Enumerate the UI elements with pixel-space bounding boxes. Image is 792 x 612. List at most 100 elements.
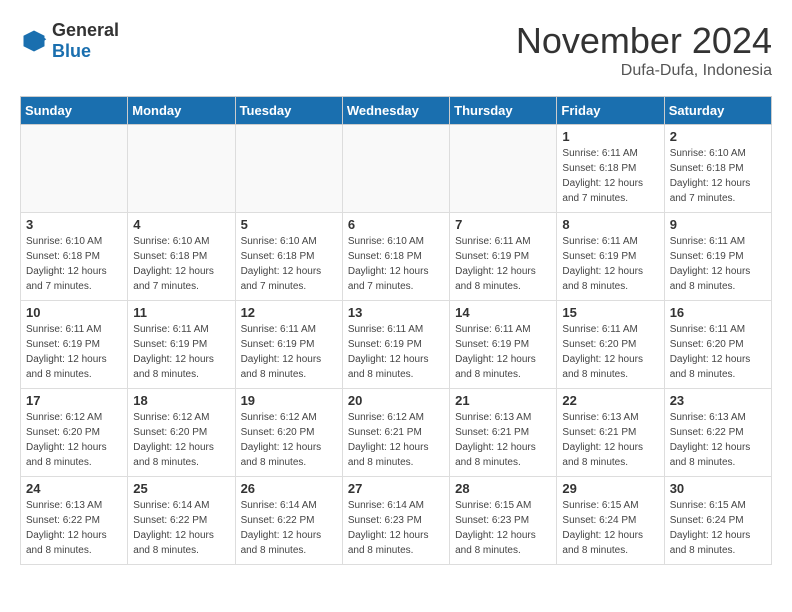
month-title: November 2024 xyxy=(516,20,772,62)
day-detail: Sunrise: 6:12 AM Sunset: 6:20 PM Dayligh… xyxy=(133,412,214,468)
calendar-cell-2-1: 11 Sunrise: 6:11 AM Sunset: 6:19 PM Dayl… xyxy=(128,301,235,389)
day-number: 25 xyxy=(133,481,229,496)
calendar-cell-0-1 xyxy=(128,125,235,213)
day-number: 28 xyxy=(455,481,551,496)
day-number: 26 xyxy=(241,481,337,496)
day-detail: Sunrise: 6:13 AM Sunset: 6:22 PM Dayligh… xyxy=(670,412,751,468)
day-detail: Sunrise: 6:10 AM Sunset: 6:18 PM Dayligh… xyxy=(133,236,214,292)
calendar-body: 1 Sunrise: 6:11 AM Sunset: 6:18 PM Dayli… xyxy=(21,125,772,565)
day-detail: Sunrise: 6:14 AM Sunset: 6:23 PM Dayligh… xyxy=(348,500,429,556)
calendar-cell-3-0: 17 Sunrise: 6:12 AM Sunset: 6:20 PM Dayl… xyxy=(21,389,128,477)
page-header: General Blue November 2024 Dufa-Dufa, In… xyxy=(20,20,772,80)
logo-icon xyxy=(20,27,48,55)
calendar-cell-1-4: 7 Sunrise: 6:11 AM Sunset: 6:19 PM Dayli… xyxy=(450,213,557,301)
calendar-cell-1-5: 8 Sunrise: 6:11 AM Sunset: 6:19 PM Dayli… xyxy=(557,213,664,301)
day-detail: Sunrise: 6:10 AM Sunset: 6:18 PM Dayligh… xyxy=(348,236,429,292)
calendar-cell-2-5: 15 Sunrise: 6:11 AM Sunset: 6:20 PM Dayl… xyxy=(557,301,664,389)
day-detail: Sunrise: 6:11 AM Sunset: 6:19 PM Dayligh… xyxy=(562,236,643,292)
weekday-header-friday: Friday xyxy=(557,97,664,125)
calendar-cell-1-2: 5 Sunrise: 6:10 AM Sunset: 6:18 PM Dayli… xyxy=(235,213,342,301)
day-detail: Sunrise: 6:13 AM Sunset: 6:21 PM Dayligh… xyxy=(562,412,643,468)
day-detail: Sunrise: 6:10 AM Sunset: 6:18 PM Dayligh… xyxy=(670,148,751,204)
day-detail: Sunrise: 6:15 AM Sunset: 6:23 PM Dayligh… xyxy=(455,500,536,556)
day-detail: Sunrise: 6:11 AM Sunset: 6:19 PM Dayligh… xyxy=(26,324,107,380)
calendar-cell-2-4: 14 Sunrise: 6:11 AM Sunset: 6:19 PM Dayl… xyxy=(450,301,557,389)
day-number: 2 xyxy=(670,129,766,144)
calendar-cell-0-4 xyxy=(450,125,557,213)
day-detail: Sunrise: 6:14 AM Sunset: 6:22 PM Dayligh… xyxy=(133,500,214,556)
day-detail: Sunrise: 6:11 AM Sunset: 6:19 PM Dayligh… xyxy=(455,324,536,380)
day-detail: Sunrise: 6:11 AM Sunset: 6:20 PM Dayligh… xyxy=(670,324,751,380)
calendar-cell-3-3: 20 Sunrise: 6:12 AM Sunset: 6:21 PM Dayl… xyxy=(342,389,449,477)
calendar-week-1: 3 Sunrise: 6:10 AM Sunset: 6:18 PM Dayli… xyxy=(21,213,772,301)
weekday-header-thursday: Thursday xyxy=(450,97,557,125)
day-number: 3 xyxy=(26,217,122,232)
day-number: 20 xyxy=(348,393,444,408)
day-detail: Sunrise: 6:11 AM Sunset: 6:19 PM Dayligh… xyxy=(455,236,536,292)
calendar-cell-3-2: 19 Sunrise: 6:12 AM Sunset: 6:20 PM Dayl… xyxy=(235,389,342,477)
day-detail: Sunrise: 6:11 AM Sunset: 6:18 PM Dayligh… xyxy=(562,148,643,204)
day-number: 22 xyxy=(562,393,658,408)
calendar-cell-2-2: 12 Sunrise: 6:11 AM Sunset: 6:19 PM Dayl… xyxy=(235,301,342,389)
calendar-cell-4-1: 25 Sunrise: 6:14 AM Sunset: 6:22 PM Dayl… xyxy=(128,477,235,565)
day-number: 8 xyxy=(562,217,658,232)
calendar-cell-1-6: 9 Sunrise: 6:11 AM Sunset: 6:19 PM Dayli… xyxy=(664,213,771,301)
day-detail: Sunrise: 6:13 AM Sunset: 6:21 PM Dayligh… xyxy=(455,412,536,468)
day-number: 9 xyxy=(670,217,766,232)
day-number: 14 xyxy=(455,305,551,320)
calendar-cell-3-1: 18 Sunrise: 6:12 AM Sunset: 6:20 PM Dayl… xyxy=(128,389,235,477)
weekday-header-tuesday: Tuesday xyxy=(235,97,342,125)
day-detail: Sunrise: 6:11 AM Sunset: 6:19 PM Dayligh… xyxy=(670,236,751,292)
day-number: 6 xyxy=(348,217,444,232)
day-number: 23 xyxy=(670,393,766,408)
day-number: 7 xyxy=(455,217,551,232)
calendar-cell-4-3: 27 Sunrise: 6:14 AM Sunset: 6:23 PM Dayl… xyxy=(342,477,449,565)
day-number: 24 xyxy=(26,481,122,496)
day-detail: Sunrise: 6:11 AM Sunset: 6:20 PM Dayligh… xyxy=(562,324,643,380)
weekday-header-row: SundayMondayTuesdayWednesdayThursdayFrid… xyxy=(21,97,772,125)
day-number: 13 xyxy=(348,305,444,320)
logo-text-blue: Blue xyxy=(52,41,91,61)
day-detail: Sunrise: 6:12 AM Sunset: 6:20 PM Dayligh… xyxy=(26,412,107,468)
day-detail: Sunrise: 6:10 AM Sunset: 6:18 PM Dayligh… xyxy=(241,236,322,292)
calendar-cell-3-4: 21 Sunrise: 6:13 AM Sunset: 6:21 PM Dayl… xyxy=(450,389,557,477)
calendar-cell-1-3: 6 Sunrise: 6:10 AM Sunset: 6:18 PM Dayli… xyxy=(342,213,449,301)
day-detail: Sunrise: 6:11 AM Sunset: 6:19 PM Dayligh… xyxy=(133,324,214,380)
calendar-cell-1-1: 4 Sunrise: 6:10 AM Sunset: 6:18 PM Dayli… xyxy=(128,213,235,301)
location-title: Dufa-Dufa, Indonesia xyxy=(516,62,772,80)
calendar-cell-2-3: 13 Sunrise: 6:11 AM Sunset: 6:19 PM Dayl… xyxy=(342,301,449,389)
calendar-week-4: 24 Sunrise: 6:13 AM Sunset: 6:22 PM Dayl… xyxy=(21,477,772,565)
day-number: 21 xyxy=(455,393,551,408)
weekday-header-sunday: Sunday xyxy=(21,97,128,125)
calendar-cell-0-6: 2 Sunrise: 6:10 AM Sunset: 6:18 PM Dayli… xyxy=(664,125,771,213)
calendar-cell-4-4: 28 Sunrise: 6:15 AM Sunset: 6:23 PM Dayl… xyxy=(450,477,557,565)
calendar-cell-4-6: 30 Sunrise: 6:15 AM Sunset: 6:24 PM Dayl… xyxy=(664,477,771,565)
day-detail: Sunrise: 6:15 AM Sunset: 6:24 PM Dayligh… xyxy=(670,500,751,556)
day-number: 30 xyxy=(670,481,766,496)
day-detail: Sunrise: 6:11 AM Sunset: 6:19 PM Dayligh… xyxy=(348,324,429,380)
day-number: 11 xyxy=(133,305,229,320)
calendar-cell-4-2: 26 Sunrise: 6:14 AM Sunset: 6:22 PM Dayl… xyxy=(235,477,342,565)
weekday-header-saturday: Saturday xyxy=(664,97,771,125)
day-detail: Sunrise: 6:10 AM Sunset: 6:18 PM Dayligh… xyxy=(26,236,107,292)
day-number: 17 xyxy=(26,393,122,408)
day-number: 15 xyxy=(562,305,658,320)
day-number: 29 xyxy=(562,481,658,496)
calendar-cell-4-0: 24 Sunrise: 6:13 AM Sunset: 6:22 PM Dayl… xyxy=(21,477,128,565)
calendar-cell-1-0: 3 Sunrise: 6:10 AM Sunset: 6:18 PM Dayli… xyxy=(21,213,128,301)
day-number: 4 xyxy=(133,217,229,232)
calendar-week-3: 17 Sunrise: 6:12 AM Sunset: 6:20 PM Dayl… xyxy=(21,389,772,477)
calendar-cell-0-3 xyxy=(342,125,449,213)
day-detail: Sunrise: 6:14 AM Sunset: 6:22 PM Dayligh… xyxy=(241,500,322,556)
day-number: 16 xyxy=(670,305,766,320)
logo: General Blue xyxy=(20,20,119,62)
day-number: 27 xyxy=(348,481,444,496)
day-number: 18 xyxy=(133,393,229,408)
calendar-week-0: 1 Sunrise: 6:11 AM Sunset: 6:18 PM Dayli… xyxy=(21,125,772,213)
calendar-cell-3-6: 23 Sunrise: 6:13 AM Sunset: 6:22 PM Dayl… xyxy=(664,389,771,477)
day-detail: Sunrise: 6:13 AM Sunset: 6:22 PM Dayligh… xyxy=(26,500,107,556)
day-number: 12 xyxy=(241,305,337,320)
day-detail: Sunrise: 6:11 AM Sunset: 6:19 PM Dayligh… xyxy=(241,324,322,380)
weekday-header-wednesday: Wednesday xyxy=(342,97,449,125)
calendar-week-2: 10 Sunrise: 6:11 AM Sunset: 6:19 PM Dayl… xyxy=(21,301,772,389)
